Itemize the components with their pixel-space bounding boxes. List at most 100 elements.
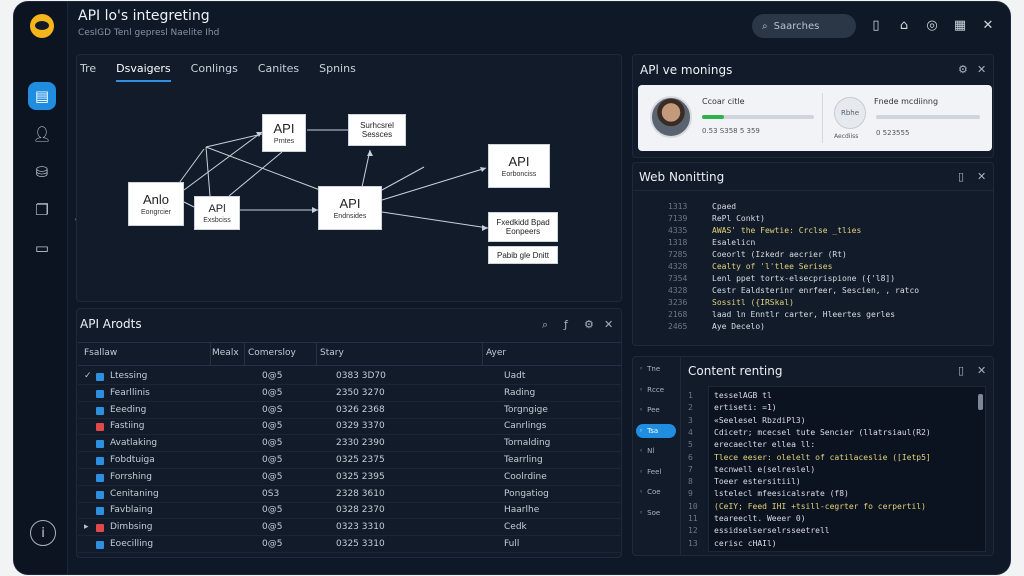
line-number: 3 — [688, 415, 693, 425]
cell-a: Haarlhe — [504, 505, 540, 516]
close-icon[interactable]: ✕ — [604, 318, 613, 331]
close-icon[interactable]: ✕ — [977, 170, 986, 183]
cell-name: Favblaing — [110, 505, 153, 516]
cell-name: Dimbsing — [110, 522, 153, 533]
cell-a: Full — [504, 539, 520, 549]
code-text: Cdicetr; mcecsel tute Sencier (llatrsiau… — [714, 427, 931, 437]
cell-s: 0328 2370 — [336, 505, 385, 516]
table-row[interactable]: Fearllinis 0@5 2350 3270 Rading — [78, 385, 622, 402]
user-card: Ccoar citle 0.53 S358 5 359 Rbhe Fnede m… — [638, 85, 992, 151]
code-text: Sossitl ({IRSkal) — [712, 298, 794, 307]
nav-label: Pee — [647, 406, 660, 414]
cell-name: Fastiing — [110, 421, 145, 432]
node-sub: Prntes — [273, 138, 295, 145]
diagram-node-sessces[interactable]: Surhcsrel Sessces — [348, 114, 406, 146]
cell-c: 0@5 — [262, 421, 283, 432]
filter-icon[interactable]: ƒ — [564, 318, 568, 331]
cell-c: 0@5 — [262, 455, 283, 465]
table-row[interactable]: Favblaing 0@5 0328 2370 Haarlhe — [78, 502, 622, 520]
search-icon[interactable]: ⌕ — [542, 318, 548, 332]
diagram-node-api-endnsides[interactable]: API Endnsides — [318, 186, 382, 230]
nav-label: Soe — [647, 508, 661, 517]
table-row[interactable]: ▸ Dimbsing 0@5 0323 3310 Cedk — [78, 519, 622, 537]
nav-label: Feel — [647, 467, 662, 476]
cell-name: Forrshing — [110, 471, 152, 482]
line-number: 7139 — [668, 214, 688, 223]
diagram-node-anlo[interactable]: Anlo Eongrcier — [128, 182, 184, 226]
col-header-stary[interactable]: Stary — [320, 348, 344, 358]
row-status-icon — [96, 524, 104, 533]
diagram-node-api-prntes[interactable]: API Prntes — [262, 114, 306, 152]
line-number: 1313 — [668, 202, 688, 211]
table-row[interactable]: Eoecilling 0@5 0325 3310 Full — [78, 536, 622, 553]
col-header-comersloy[interactable]: Comersloy — [248, 348, 296, 358]
close-icon[interactable]: ✕ — [977, 63, 986, 76]
expand-icon[interactable]: ▸ — [84, 522, 89, 532]
save-icon[interactable]: ▯ — [958, 170, 964, 183]
save-icon[interactable]: ▯ — [958, 364, 964, 377]
settings-icon[interactable]: ⚙ — [584, 318, 594, 331]
cell-s: 0325 3310 — [336, 539, 385, 549]
cell-a: Uadt — [504, 371, 526, 381]
settings-icon[interactable]: ⚙ — [958, 63, 968, 76]
line-number: 4328 — [668, 262, 688, 271]
table-row[interactable]: Eeeding 0@S 0326 2368 Torgngige — [78, 402, 622, 419]
node-title: Anlo — [142, 192, 170, 207]
content-nav-item[interactable]: ◦ Rcce — [636, 383, 676, 397]
cell-name: Cenitaning — [110, 488, 159, 499]
line-number: 7285 — [668, 250, 688, 259]
cell-s: 0325 2395 — [336, 471, 385, 482]
line-number: 10 — [688, 501, 698, 511]
line-number: 6 — [688, 452, 693, 462]
col-divider — [210, 342, 211, 366]
cell-s: 2350 3270 — [336, 387, 385, 398]
content-nav-item[interactable]: ◦ Pee — [636, 403, 676, 417]
cell-c: 0@5 — [262, 522, 283, 533]
diagram-node-api-eorbonciss[interactable]: API Eorbonciss — [488, 144, 550, 188]
table-row[interactable]: Fobdtuiga 0@5 0325 2375 Tearrling — [78, 452, 622, 469]
table-row[interactable]: Fastiing 0@5 0329 3370 Canrlings — [78, 418, 622, 436]
table-row[interactable]: ✓ Ltessing 0@5 0383 3D70 Uadt — [78, 368, 622, 385]
code-text: laad ln Enntlr carter, Hleertes gerles — [712, 310, 896, 319]
content-nav-item[interactable]: ◦ Tne — [636, 362, 676, 376]
table-row[interactable]: Forrshing 0@5 0325 2395 Coolrdine — [78, 469, 622, 486]
node-sub: Eongrcier — [141, 209, 171, 216]
col-header-name[interactable]: Fsallaw — [84, 348, 117, 358]
cell-s: 0383 3D70 — [336, 371, 386, 381]
nav-icon: ◦ — [639, 467, 644, 476]
cell-c: 0@S — [262, 404, 283, 415]
nav-label: Tne — [647, 365, 661, 373]
cell-a: Pongatiog — [504, 488, 549, 499]
col-header-ayer[interactable]: Ayer — [486, 348, 506, 358]
cell-a: Canrlings — [504, 421, 547, 432]
close-icon[interactable]: ✕ — [977, 364, 986, 377]
row-status-icon — [96, 541, 104, 549]
content-panel-title: Content renting — [688, 364, 783, 378]
diagram-node-dnitt[interactable]: Pabib gle Dnitt — [488, 246, 558, 264]
code-text: RePl Conkt) — [712, 214, 765, 223]
content-nav-item[interactable]: ◦ Feel — [636, 465, 676, 479]
nav-label: Tsa — [647, 426, 659, 435]
code-text: lstelecl mfeesicalsrate (f8) — [714, 489, 849, 499]
table-row[interactable]: Cenitaning 0S3 2328 3610 Pongatiog — [78, 486, 622, 503]
code-text: AWAS' the Fewtie: Crclse _tlies — [712, 226, 862, 235]
content-nav-item[interactable]: ◦ Soe — [636, 506, 676, 520]
code-text: Toeer estersitiil) — [714, 477, 801, 487]
content-nav-item[interactable]: ◦ Nl — [636, 444, 676, 458]
code-text: cerisc cHAIl) — [714, 538, 777, 548]
code-text: Esalelicn — [712, 238, 756, 247]
table-row[interactable]: Avatlaking 0@5 2330 2390 Tornalding — [78, 435, 622, 453]
cell-a: Rading — [504, 387, 536, 398]
diagram-node-api-exsbciss[interactable]: APl Exsbciss — [194, 196, 240, 230]
content-nav-item[interactable]: ◦ Tsa — [636, 423, 676, 438]
cell-name: Eoecilling — [110, 539, 154, 549]
scrollbar-thumb[interactable] — [978, 394, 983, 410]
col-header-mealx[interactable]: Mealx — [212, 348, 239, 358]
content-nav-item[interactable]: ◦ Coe — [636, 485, 676, 499]
diagram-node-eonpeers[interactable]: Fxedkidd Bpad Eonpeers — [488, 212, 558, 242]
table-title: API Arodts — [80, 317, 142, 331]
table-header-row — [78, 342, 622, 366]
line-number: 3236 — [668, 298, 688, 307]
expand-icon[interactable]: ✓ — [84, 371, 92, 381]
row-status-icon — [96, 457, 104, 465]
